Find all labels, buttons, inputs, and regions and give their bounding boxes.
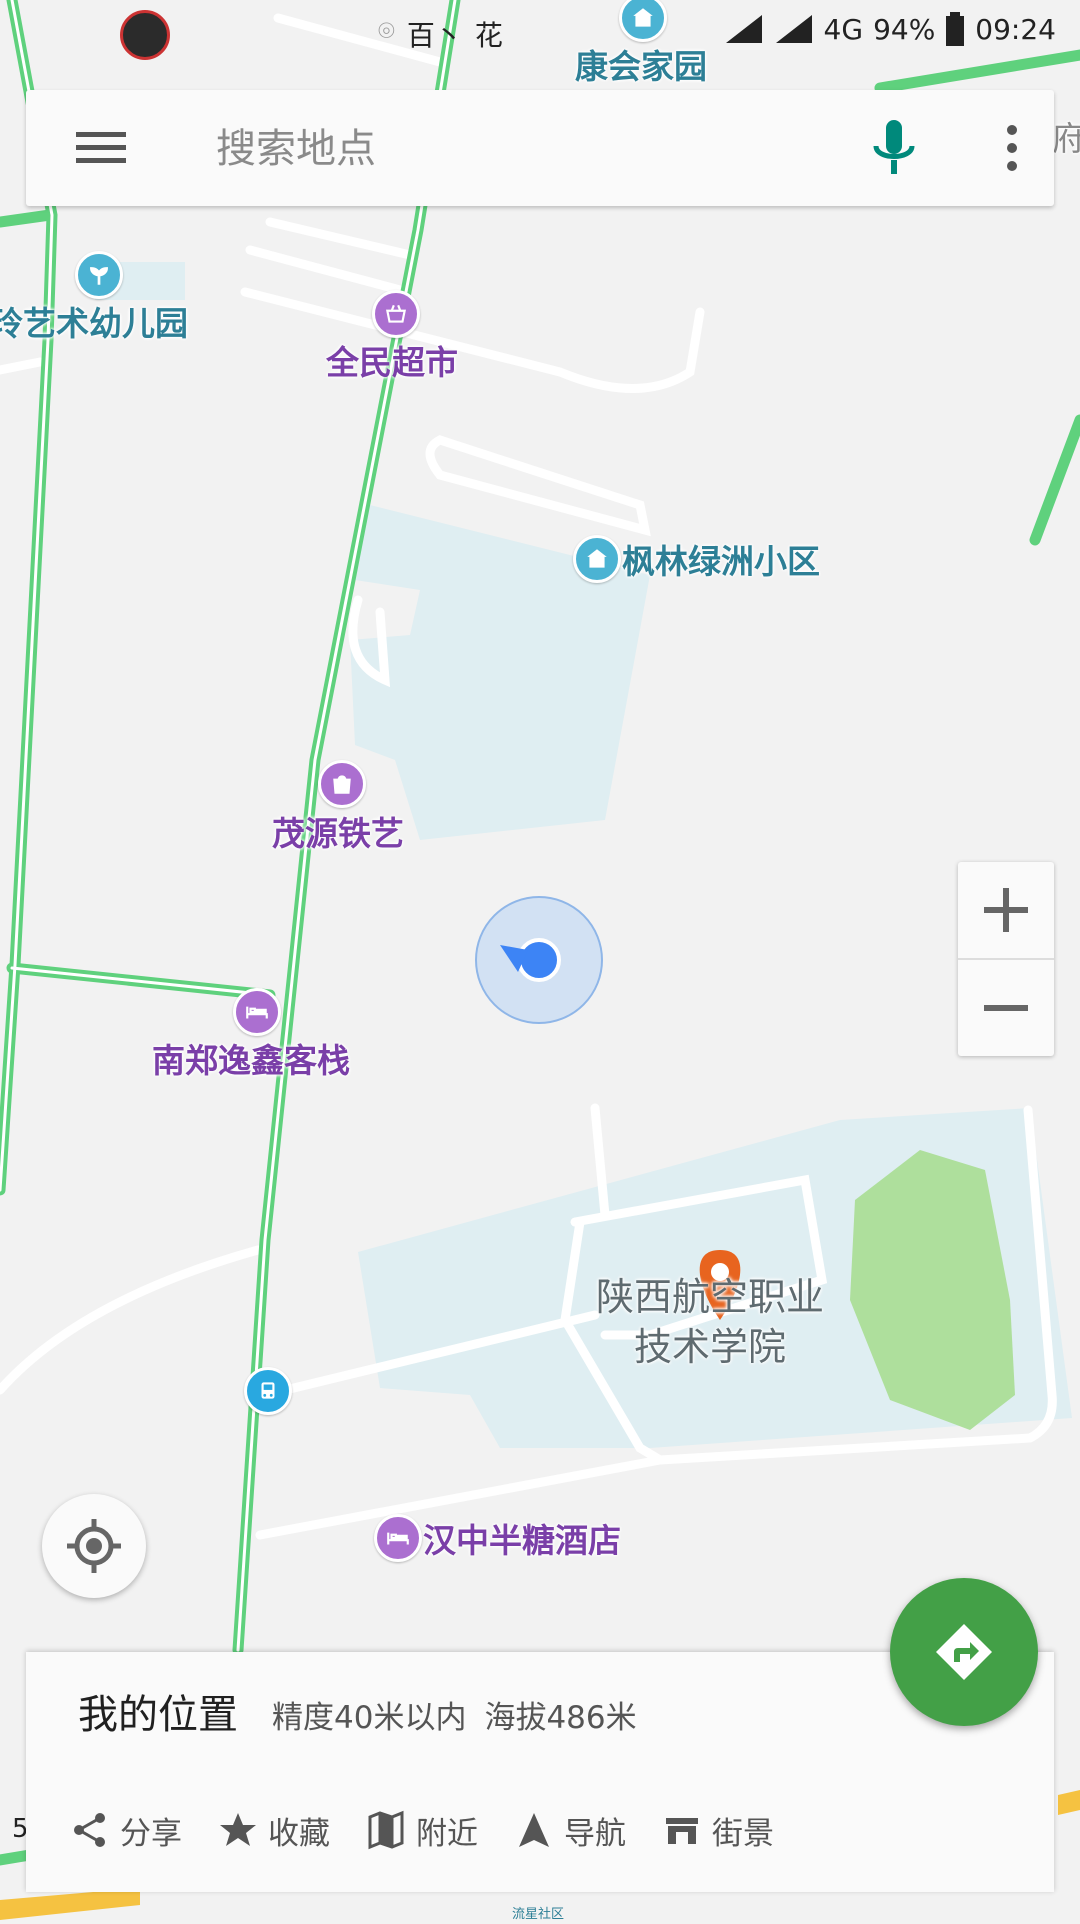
poi-label-edge-right: 府	[1052, 119, 1080, 158]
map-icon	[368, 1810, 404, 1850]
battery-icon	[946, 12, 965, 46]
signal-strength-icon	[775, 15, 812, 43]
location-pin-icon: ⌾	[378, 14, 395, 47]
battery-percent: 94%	[873, 12, 936, 46]
share-button[interactable]: 分享	[70, 1802, 182, 1858]
bus-stop-icon[interactable]	[244, 1367, 292, 1415]
save-button[interactable]: 收藏	[218, 1802, 330, 1858]
accuracy-text: 精度40米以内	[272, 1700, 467, 1736]
poi-label-supermarket[interactable]: 全民超市	[326, 336, 458, 384]
my-location-dot[interactable]	[476, 897, 602, 1023]
place-title: 我的位置	[78, 1692, 238, 1738]
navigate-button[interactable]: 导航	[514, 1802, 626, 1858]
zoom-out-button[interactable]	[958, 960, 1054, 1056]
microphone-icon[interactable]	[864, 116, 924, 180]
directions-icon	[936, 1624, 992, 1680]
navigation-arrow-icon	[519, 1813, 549, 1847]
share-label: 分享	[120, 1815, 182, 1852]
street-view-icon	[666, 1818, 698, 1844]
zoom-control	[958, 862, 1054, 1056]
share-icon	[74, 1813, 105, 1847]
save-label: 收藏	[268, 1815, 330, 1852]
college-name-line-2: 技术学院	[634, 1325, 787, 1369]
selected-place-marker-icon[interactable]	[690, 1248, 750, 1324]
more-options-icon[interactable]	[992, 118, 1032, 178]
poi-label-fenglin[interactable]: 枫林绿洲小区	[622, 535, 820, 583]
residential-poi-icon[interactable]	[573, 535, 621, 583]
zoom-in-button[interactable]	[958, 862, 1054, 958]
poi-label-maoyuan[interactable]: 茂源铁艺	[272, 807, 404, 855]
star-icon	[220, 1813, 256, 1846]
clock: 09:24	[975, 12, 1056, 46]
my-location-button[interactable]	[42, 1494, 146, 1598]
minus-icon	[984, 1005, 1028, 1011]
crosshair-icon	[67, 1519, 121, 1573]
poi-label-community: 流星社区	[512, 1907, 565, 1922]
directions-button[interactable]	[890, 1578, 1038, 1726]
street-view-button[interactable]: 街景	[662, 1802, 774, 1858]
altitude-text: 海拔486米	[484, 1700, 637, 1736]
status-bar: ⌾ 百丶 花 4G 94% 09:24	[0, 0, 1080, 62]
action-row: 分享 收藏 附近 导航 街景	[70, 1802, 810, 1858]
hamburger-menu-icon[interactable]	[74, 120, 130, 176]
status-text-2: 花	[474, 19, 503, 52]
search-bar	[26, 90, 1054, 206]
poi-label-inn[interactable]: 南郑逸鑫客栈	[152, 1034, 350, 1082]
nearby-label: 附近	[416, 1815, 478, 1852]
shopping-bag-poi-icon[interactable]	[318, 760, 366, 808]
hotel-poi-icon[interactable]	[233, 988, 281, 1036]
poi-label-hotel[interactable]: 汉中半糖酒店	[423, 1514, 621, 1562]
poi-label-kindergarten[interactable]: 玲艺术幼儿园	[0, 297, 188, 345]
status-text-1: 百丶	[406, 19, 463, 52]
network-type: 4G	[823, 12, 864, 46]
plus-icon	[984, 888, 1028, 932]
status-notification-text: ⌾ 百丶 花	[378, 14, 503, 54]
place-details: 精度40米以内 海拔486米	[272, 1692, 637, 1737]
supermarket-poi-icon[interactable]	[372, 290, 420, 338]
hotel-poi-icon[interactable]	[374, 1514, 422, 1562]
search-input[interactable]	[214, 114, 858, 184]
kindergarten-poi-icon[interactable]	[75, 251, 123, 299]
street-view-label: 街景	[712, 1815, 774, 1852]
app-notification-icon	[120, 10, 170, 60]
nearby-button[interactable]: 附近	[366, 1802, 478, 1858]
signal-strength-icon	[725, 15, 762, 43]
navigate-label: 导航	[564, 1815, 626, 1852]
